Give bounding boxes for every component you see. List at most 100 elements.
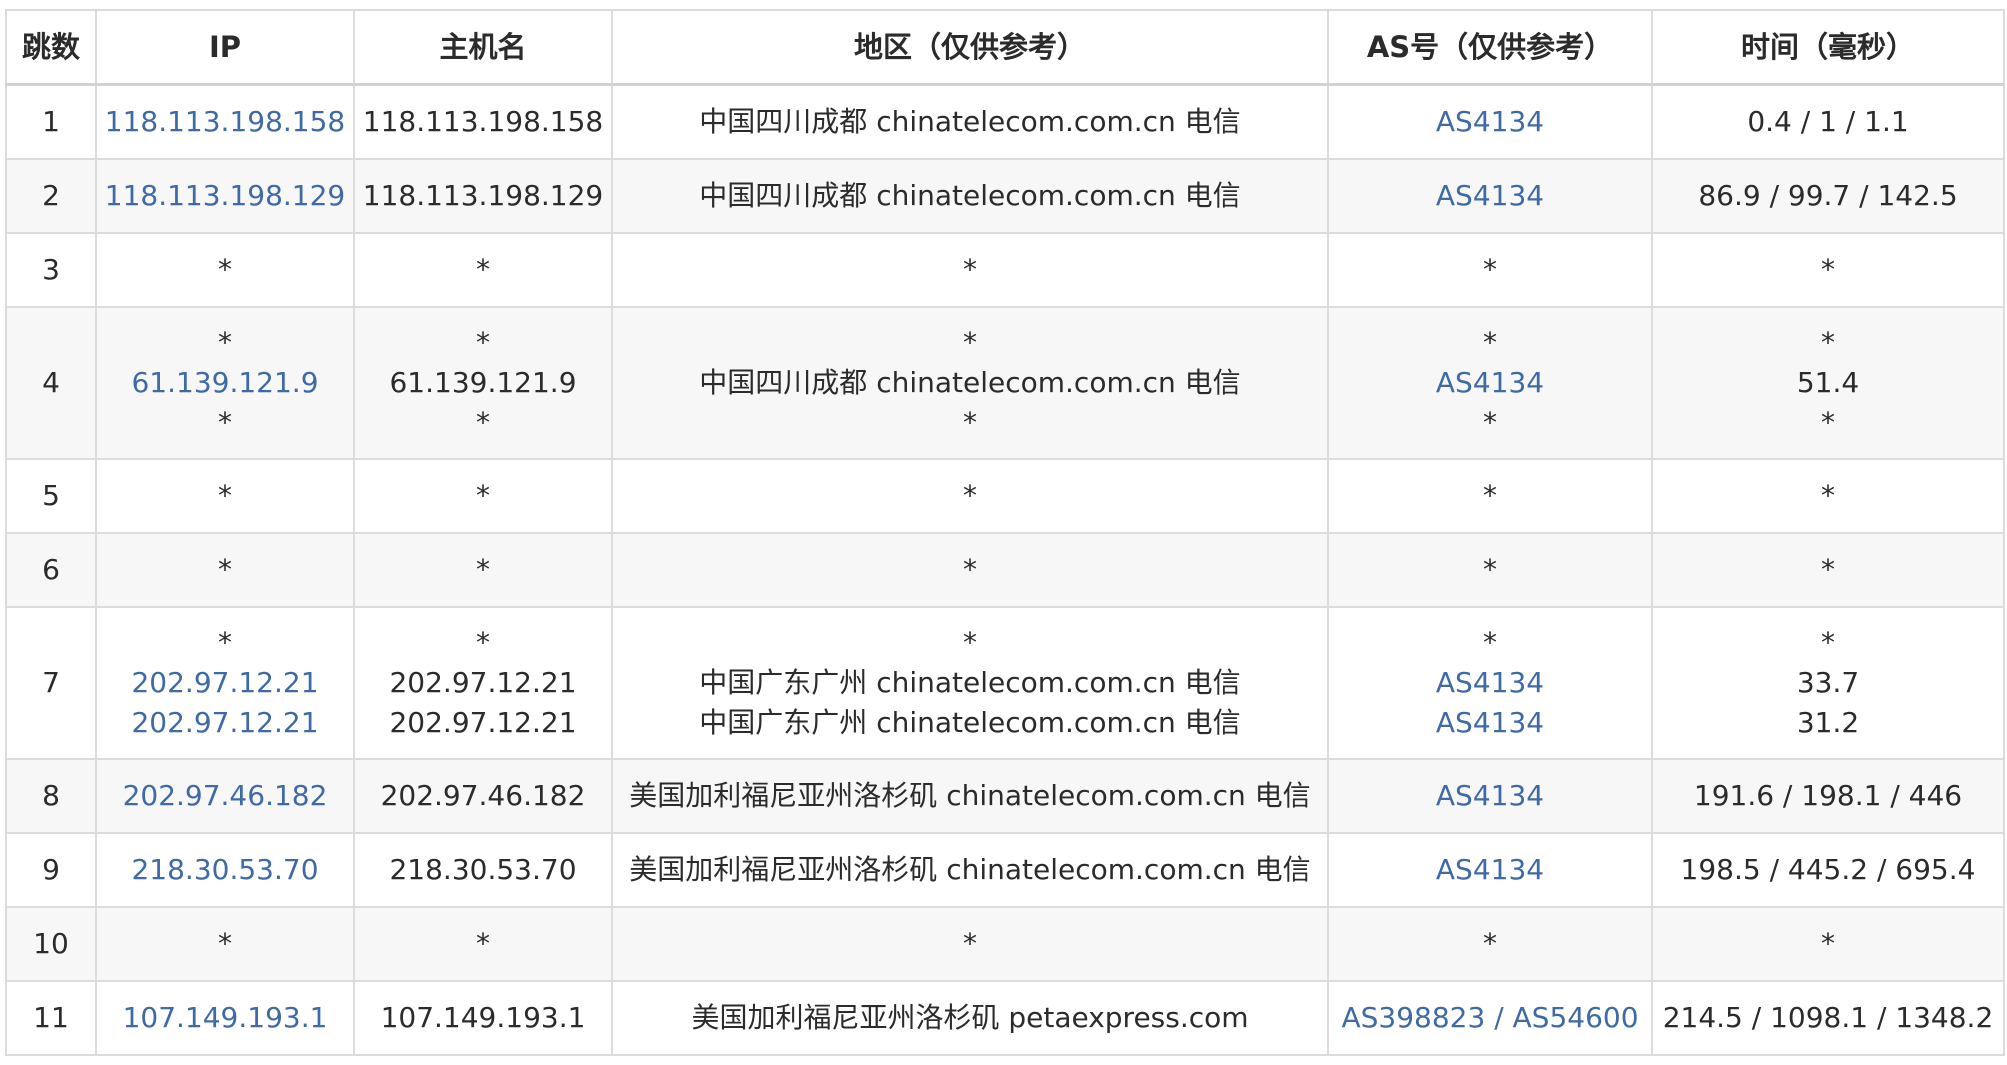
hostname-line: *: [476, 406, 490, 439]
as-cell: AS4134: [1327, 158, 1653, 234]
region-line: *: [963, 326, 977, 359]
hop-number: 11: [5, 980, 97, 1056]
region-cell: * 中国四川成都 chinatelecom.com.cn 电信 *: [611, 306, 1329, 460]
hop-number: 7: [5, 606, 97, 760]
ip-timeout: *: [218, 626, 232, 659]
as-cell: *: [1327, 906, 1653, 982]
ip-cell: *: [95, 232, 355, 308]
ip-link[interactable]: 218.30.53.70: [131, 853, 318, 886]
hop-number: 3: [5, 232, 97, 308]
region-line: 中国广东广州 chinatelecom.com.cn 电信: [699, 666, 1241, 699]
region-cell: *: [611, 532, 1329, 608]
hostname-line: *: [476, 626, 490, 659]
time-line: 31.2: [1796, 706, 1860, 739]
table-row: 2 118.113.198.129 118.113.198.129 中国四川成都…: [5, 158, 2005, 234]
hop-number: 10: [5, 906, 97, 982]
as-timeout: *: [1483, 406, 1497, 439]
time-cell: * 33.7 31.2: [1651, 606, 2005, 760]
ip-link[interactable]: 118.113.198.158: [105, 105, 345, 138]
time-cell: *: [1651, 906, 2005, 982]
as-link[interactable]: AS398823: [1341, 1001, 1485, 1034]
region-line: *: [963, 626, 977, 659]
hop-number: 4: [5, 306, 97, 460]
table-row: 3 * * * * *: [5, 232, 2005, 308]
ip-cell: 107.149.193.1: [95, 980, 355, 1056]
time-line: *: [1821, 326, 1835, 359]
header-region: 地区（仅供参考）: [611, 9, 1329, 86]
hop-number: 9: [5, 832, 97, 908]
region-cell: 中国四川成都 chinatelecom.com.cn 电信: [611, 83, 1329, 160]
hostname-line: *: [476, 326, 490, 359]
as-cell: AS4134: [1327, 83, 1653, 160]
hop-number: 2: [5, 158, 97, 234]
as-link[interactable]: AS4134: [1436, 779, 1544, 812]
time-line: 51.4: [1796, 366, 1860, 399]
header-ip: IP: [95, 9, 355, 86]
ip-link[interactable]: 61.139.121.9: [131, 366, 318, 399]
ip-cell: 218.30.53.70: [95, 832, 355, 908]
table-header-row: 跳数 IP 主机名 地区（仅供参考） AS号（仅供参考） 时间（毫秒）: [5, 9, 2005, 86]
region-line: 中国四川成都 chinatelecom.com.cn 电信: [699, 366, 1241, 399]
ip-timeout: *: [218, 326, 232, 359]
time-line: *: [1821, 406, 1835, 439]
hostname-line: 202.97.12.21: [389, 666, 577, 699]
ip-link[interactable]: 202.97.46.182: [123, 779, 328, 812]
as-link[interactable]: AS4134: [1436, 853, 1544, 886]
as-separator: /: [1485, 1001, 1513, 1034]
hostname-cell: 118.113.198.129: [353, 158, 613, 234]
region-line: *: [963, 406, 977, 439]
table-row: 5 * * * * *: [5, 458, 2005, 534]
hostname-cell: 202.97.46.182: [353, 758, 613, 834]
as-link[interactable]: AS4134: [1436, 179, 1544, 212]
table-row: 7 * 202.97.12.21 202.97.12.21 * 202.97.1…: [5, 606, 2005, 760]
table-row: 11 107.149.193.1 107.149.193.1 美国加利福尼亚州洛…: [5, 980, 2005, 1056]
as-link[interactable]: AS4134: [1436, 706, 1544, 739]
hop-number: 6: [5, 532, 97, 608]
region-line: 中国广东广州 chinatelecom.com.cn 电信: [699, 706, 1241, 739]
as-cell: *: [1327, 532, 1653, 608]
hostname-cell: *: [353, 906, 613, 982]
table-row: 8 202.97.46.182 202.97.46.182 美国加利福尼亚州洛杉…: [5, 758, 2005, 834]
as-link[interactable]: AS4134: [1436, 666, 1544, 699]
hostname-line: 202.97.12.21: [389, 706, 577, 739]
table-row: 1 118.113.198.158 118.113.198.158 中国四川成都…: [5, 83, 2005, 160]
ip-link[interactable]: 202.97.12.21: [131, 706, 318, 739]
hop-number: 8: [5, 758, 97, 834]
as-link[interactable]: AS4134: [1436, 105, 1544, 138]
hostname-cell: *: [353, 458, 613, 534]
ip-link[interactable]: 118.113.198.129: [105, 179, 345, 212]
ip-cell: *: [95, 458, 355, 534]
header-hop: 跳数: [5, 9, 97, 86]
ip-link[interactable]: 202.97.12.21: [131, 666, 318, 699]
region-cell: *: [611, 232, 1329, 308]
table-row: 9 218.30.53.70 218.30.53.70 美国加利福尼亚州洛杉矶 …: [5, 832, 2005, 908]
as-link[interactable]: AS4134: [1436, 366, 1544, 399]
hostname-cell: *: [353, 232, 613, 308]
as-cell: *: [1327, 458, 1653, 534]
region-cell: *: [611, 906, 1329, 982]
ip-cell: 118.113.198.129: [95, 158, 355, 234]
ip-cell: * 61.139.121.9 *: [95, 306, 355, 460]
ip-cell: *: [95, 532, 355, 608]
table-row: 10 * * * * *: [5, 906, 2005, 982]
hostname-line: 61.139.121.9: [389, 366, 577, 399]
as-cell: AS4134: [1327, 758, 1653, 834]
region-cell: 中国四川成都 chinatelecom.com.cn 电信: [611, 158, 1329, 234]
ip-timeout: *: [218, 406, 232, 439]
hostname-cell: *: [353, 532, 613, 608]
time-cell: 214.5 / 1098.1 / 1348.2: [1651, 980, 2005, 1056]
time-cell: *: [1651, 232, 2005, 308]
as-cell: * AS4134 AS4134: [1327, 606, 1653, 760]
ip-link[interactable]: 107.149.193.1: [123, 1001, 328, 1034]
time-cell: *: [1651, 458, 2005, 534]
as-timeout: *: [1483, 626, 1497, 659]
region-cell: 美国加利福尼亚州洛杉矶 chinatelecom.com.cn 电信: [611, 758, 1329, 834]
as-cell: * AS4134 *: [1327, 306, 1653, 460]
as-link[interactable]: AS54600: [1513, 1001, 1639, 1034]
ip-cell: 202.97.46.182: [95, 758, 355, 834]
time-cell: * 51.4 *: [1651, 306, 2005, 460]
header-hostname: 主机名: [353, 9, 613, 86]
table-row: 4 * 61.139.121.9 * * 61.139.121.9 * * 中国…: [5, 306, 2005, 460]
traceroute-table: 跳数 IP 主机名 地区（仅供参考） AS号（仅供参考） 时间（毫秒） 1 11…: [5, 9, 2005, 1056]
time-cell: 191.6 / 198.1 / 446: [1651, 758, 2005, 834]
